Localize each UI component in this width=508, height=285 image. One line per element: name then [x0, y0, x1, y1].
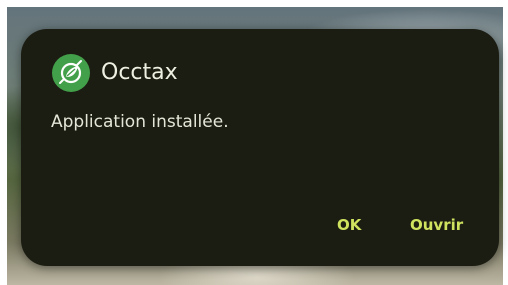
- install-message: Application installée.: [51, 112, 229, 132]
- app-name: Occtax: [101, 60, 178, 85]
- ok-button[interactable]: OK: [337, 214, 361, 236]
- occtax-app-icon: [52, 54, 90, 92]
- install-complete-dialog: Occtax Application installée. OK Ouvrir: [21, 29, 499, 266]
- screen: Occtax Application installée. OK Ouvrir: [0, 0, 508, 285]
- open-button[interactable]: Ouvrir: [410, 214, 463, 236]
- leaf-bug-icon: [59, 60, 82, 84]
